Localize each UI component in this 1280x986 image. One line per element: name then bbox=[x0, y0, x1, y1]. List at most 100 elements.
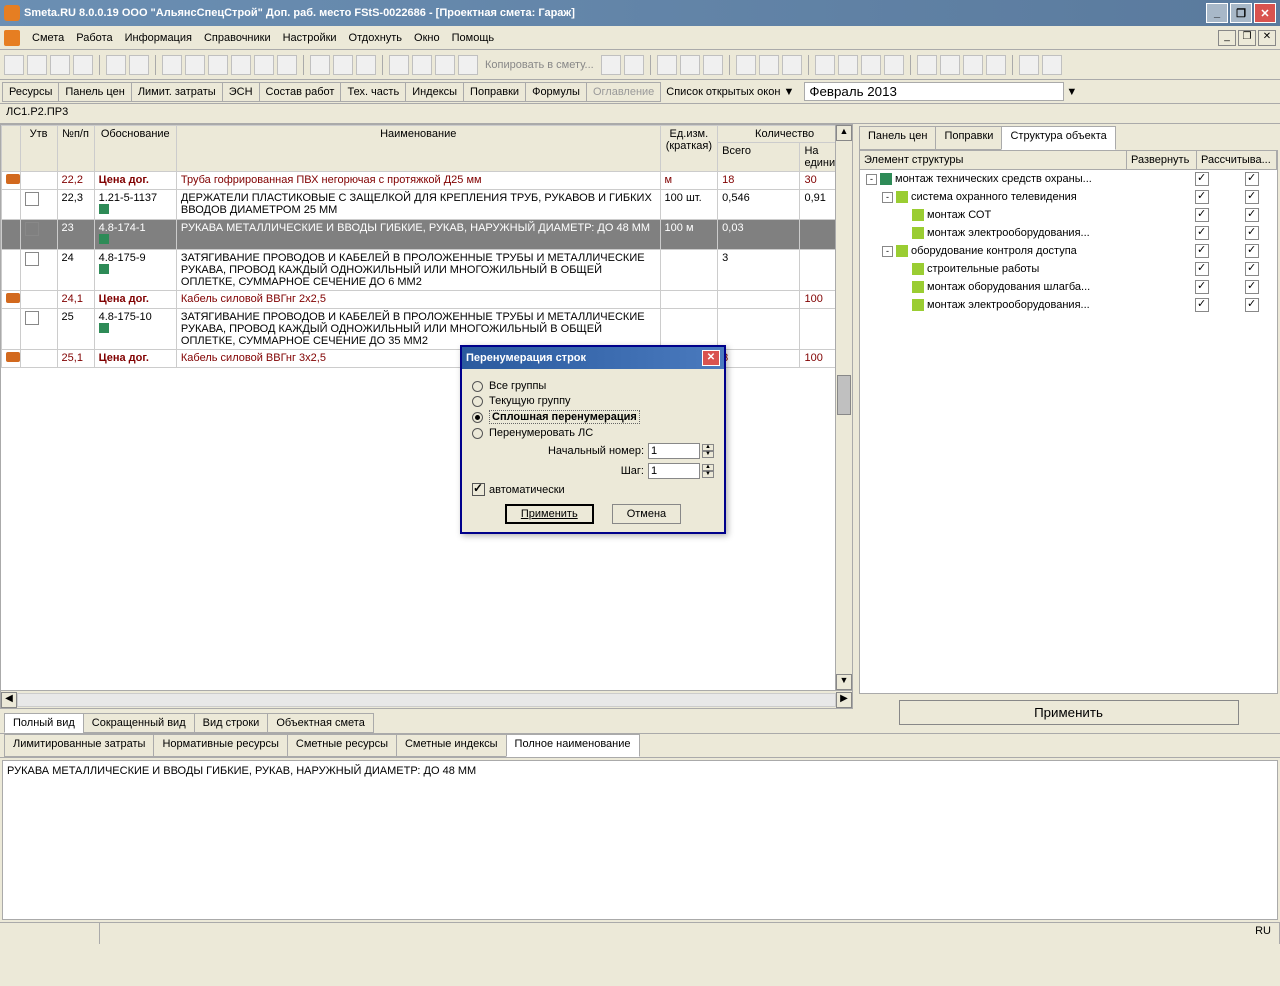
tb-save-icon[interactable] bbox=[106, 55, 126, 75]
menu-help[interactable]: Помощь bbox=[446, 30, 501, 46]
toolbar-copy-label[interactable]: Копировать в смету... bbox=[481, 59, 598, 71]
apply-structure-button[interactable]: Применить bbox=[899, 700, 1239, 725]
radio-option[interactable]: Сплошная перенумерация bbox=[472, 410, 714, 424]
tree-expand-checkbox[interactable] bbox=[1195, 226, 1209, 240]
tree-calc-checkbox[interactable] bbox=[1245, 208, 1259, 222]
rtab-structure[interactable]: Структура объекта bbox=[1001, 126, 1115, 150]
tb-icon[interactable] bbox=[254, 55, 274, 75]
tb-icon[interactable] bbox=[703, 55, 723, 75]
tb-icon[interactable] bbox=[917, 55, 937, 75]
dialog-titlebar[interactable]: Перенумерация строк ✕ bbox=[462, 347, 724, 369]
tb-icon[interactable] bbox=[27, 55, 47, 75]
radio-option[interactable]: Все группы bbox=[472, 380, 714, 392]
tab-esn[interactable]: ЭСН bbox=[222, 82, 260, 102]
tab-formulas[interactable]: Формулы bbox=[525, 82, 587, 102]
tb-icon[interactable] bbox=[208, 55, 228, 75]
tree-expand-icon[interactable]: - bbox=[866, 174, 877, 185]
menu-settings[interactable]: Настройки bbox=[277, 30, 343, 46]
tb-icon[interactable] bbox=[782, 55, 802, 75]
menu-window[interactable]: Окно bbox=[408, 30, 446, 46]
tb-icon[interactable] bbox=[333, 55, 353, 75]
tb-icon[interactable] bbox=[412, 55, 432, 75]
radio-option[interactable]: Текущую группу bbox=[472, 395, 714, 407]
mdi-close[interactable]: ✕ bbox=[1258, 30, 1276, 46]
radio-option[interactable]: Перенумеровать ЛС bbox=[472, 427, 714, 439]
tree-item[interactable]: монтаж электрооборудования... bbox=[860, 224, 1277, 242]
tab-corrections[interactable]: Поправки bbox=[463, 82, 526, 102]
col-unit[interactable]: Ед.изм. (краткая) bbox=[660, 126, 718, 172]
col-basis[interactable]: Обоснование bbox=[94, 126, 176, 172]
maximize-button[interactable]: ❐ bbox=[1230, 3, 1252, 23]
tree-expand-icon[interactable]: - bbox=[882, 192, 893, 203]
scroll-up-icon[interactable]: ▲ bbox=[836, 125, 852, 141]
approve-checkbox[interactable] bbox=[25, 311, 39, 325]
structure-tree[interactable]: Элемент структуры Развернуть Рассчитыва.… bbox=[859, 150, 1278, 694]
tb-icon[interactable] bbox=[1042, 55, 1062, 75]
tb-icon[interactable] bbox=[277, 55, 297, 75]
scrollbar-track[interactable] bbox=[17, 693, 836, 707]
vertical-scrollbar[interactable]: ▲ ▼ bbox=[835, 125, 852, 690]
btab-fullname[interactable]: Полное наименование bbox=[506, 734, 640, 757]
horizontal-scrollbar[interactable]: ◀ ▶ bbox=[0, 691, 853, 709]
tab-limit[interactable]: Лимит. затраты bbox=[131, 82, 223, 102]
tree-calc-checkbox[interactable] bbox=[1245, 244, 1259, 258]
tree-col-expand[interactable]: Развернуть bbox=[1127, 151, 1197, 169]
mdi-minimize[interactable]: _ bbox=[1218, 30, 1236, 46]
view-short[interactable]: Сокращенный вид bbox=[83, 713, 195, 733]
tree-expand-checkbox[interactable] bbox=[1195, 172, 1209, 186]
approve-checkbox[interactable] bbox=[25, 252, 39, 266]
tb-icon[interactable] bbox=[624, 55, 644, 75]
tb-icon[interactable] bbox=[231, 55, 251, 75]
tree-expand-checkbox[interactable] bbox=[1195, 262, 1209, 276]
tb-icon[interactable] bbox=[356, 55, 376, 75]
table-row[interactable]: 244.8-175-9ЗАТЯГИВАНИЕ ПРОВОДОВ И КАБЕЛЕ… bbox=[2, 250, 852, 291]
table-row[interactable]: 24,1Цена дог.Кабель силовой ВВГнг 2х2,51… bbox=[2, 291, 852, 309]
spin-up-icon[interactable]: ▲ bbox=[702, 444, 714, 451]
tb-icon[interactable] bbox=[73, 55, 93, 75]
tb-icon[interactable] bbox=[4, 55, 24, 75]
tree-col-calc[interactable]: Рассчитыва... bbox=[1197, 151, 1277, 169]
view-object[interactable]: Объектная смета bbox=[267, 713, 374, 733]
tb-icon[interactable] bbox=[310, 55, 330, 75]
tree-calc-checkbox[interactable] bbox=[1245, 298, 1259, 312]
tb-icon[interactable] bbox=[838, 55, 858, 75]
tb-icon[interactable] bbox=[657, 55, 677, 75]
btab-limited[interactable]: Лимитированные затраты bbox=[4, 734, 154, 757]
scroll-thumb[interactable] bbox=[837, 375, 851, 415]
tree-expand-icon[interactable]: - bbox=[882, 246, 893, 257]
dialog-close-button[interactable]: ✕ bbox=[702, 350, 720, 366]
tb-icon[interactable] bbox=[759, 55, 779, 75]
open-windows-dropdown[interactable]: Список открытых окон ▼ bbox=[660, 83, 800, 101]
tree-item[interactable]: монтаж СОТ bbox=[860, 206, 1277, 224]
menu-info[interactable]: Информация bbox=[119, 30, 198, 46]
spin-up-icon[interactable]: ▲ bbox=[702, 464, 714, 471]
tree-item[interactable]: -оборудование контроля доступа bbox=[860, 242, 1277, 260]
tree-calc-checkbox[interactable] bbox=[1245, 172, 1259, 186]
tree-calc-checkbox[interactable] bbox=[1245, 262, 1259, 276]
view-row[interactable]: Вид строки bbox=[194, 713, 269, 733]
tb-icon[interactable] bbox=[736, 55, 756, 75]
tb-icon[interactable] bbox=[129, 55, 149, 75]
tree-expand-checkbox[interactable] bbox=[1195, 298, 1209, 312]
tree-calc-checkbox[interactable] bbox=[1245, 226, 1259, 240]
step-input[interactable] bbox=[648, 463, 700, 479]
tb-icon[interactable] bbox=[162, 55, 182, 75]
tree-expand-checkbox[interactable] bbox=[1195, 190, 1209, 204]
close-button[interactable]: ✕ bbox=[1254, 3, 1276, 23]
tb-icon[interactable] bbox=[884, 55, 904, 75]
tb-icon[interactable] bbox=[963, 55, 983, 75]
table-row[interactable]: 234.8-174-1РУКАВА МЕТАЛЛИЧЕСКИЕ И ВВОДЫ … bbox=[2, 220, 852, 250]
approve-checkbox[interactable] bbox=[25, 222, 39, 236]
dialog-cancel-button[interactable]: Отмена bbox=[612, 504, 681, 524]
col-qty-group[interactable]: Количество bbox=[718, 126, 852, 143]
tab-indices[interactable]: Индексы bbox=[405, 82, 464, 102]
tb-icon[interactable] bbox=[185, 55, 205, 75]
tree-item[interactable]: -монтаж технических средств охраны... bbox=[860, 170, 1277, 188]
mdi-restore[interactable]: ❐ bbox=[1238, 30, 1256, 46]
tb-delete-icon[interactable] bbox=[389, 55, 409, 75]
spin-down-icon[interactable]: ▼ bbox=[702, 451, 714, 458]
tb-icon[interactable] bbox=[986, 55, 1006, 75]
tb-icon[interactable] bbox=[1019, 55, 1039, 75]
tb-icon[interactable] bbox=[940, 55, 960, 75]
tree-item[interactable]: монтаж оборудования шлагба... bbox=[860, 278, 1277, 296]
